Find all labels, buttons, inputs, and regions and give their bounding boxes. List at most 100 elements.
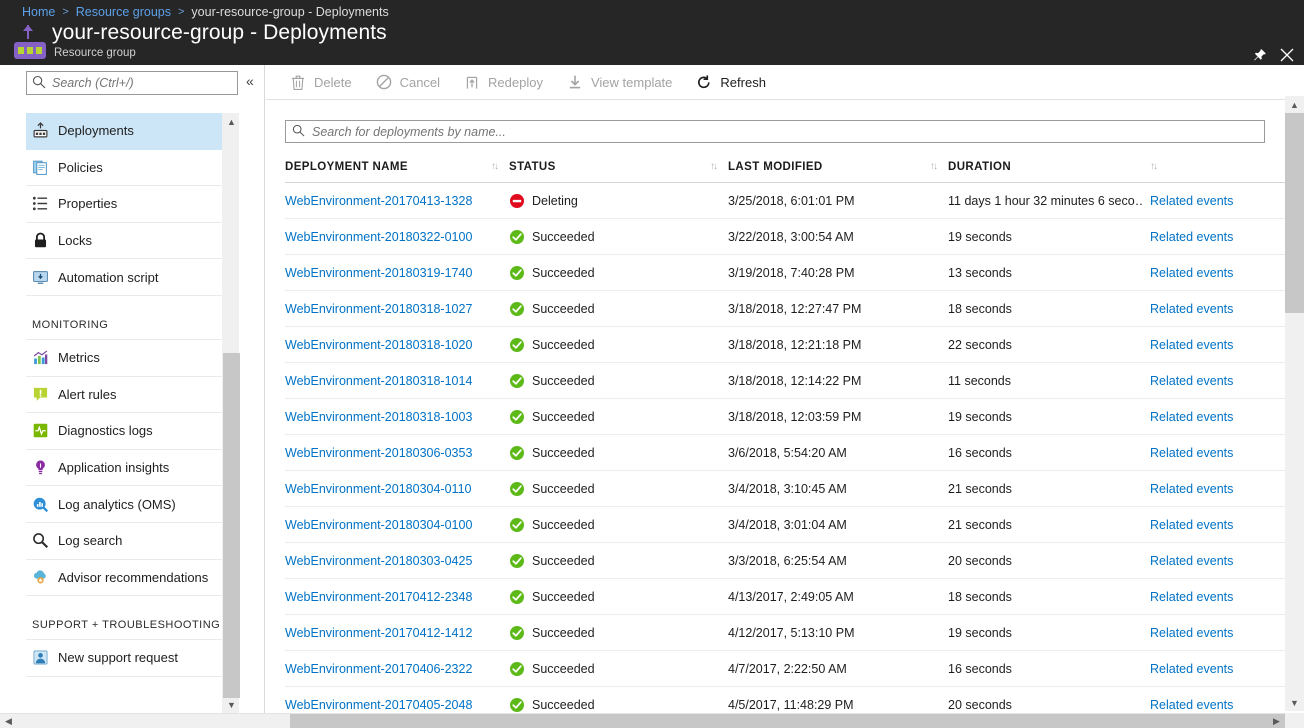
column-header-duration[interactable]: DURATION: [948, 161, 1144, 173]
status-succeeded-icon: [509, 409, 525, 425]
related-events-link[interactable]: Related events: [1150, 230, 1290, 244]
related-events-link[interactable]: Related events: [1150, 698, 1290, 712]
metrics-icon: [32, 348, 58, 368]
sidebar-item-label: Application insights: [58, 460, 169, 475]
related-events-link[interactable]: Related events: [1150, 266, 1290, 280]
cancel-icon: [374, 73, 394, 91]
deployment-name-link[interactable]: WebEnvironment-20170405-2048: [285, 698, 485, 712]
search-input[interactable]: [26, 71, 238, 95]
deployment-name-link[interactable]: WebEnvironment-20180318-1014: [285, 374, 485, 388]
status-label: Succeeded: [532, 554, 595, 568]
deployment-filter-input[interactable]: [285, 120, 1265, 143]
deployment-name-link[interactable]: WebEnvironment-20180319-1740: [285, 266, 485, 280]
table-row[interactable]: WebEnvironment-20180303-0425Succeeded3/3…: [285, 543, 1285, 579]
breadcrumb-separator: >: [62, 6, 68, 18]
related-events-link[interactable]: Related events: [1150, 554, 1290, 568]
deployment-name-link[interactable]: WebEnvironment-20180304-0110: [285, 482, 485, 496]
sidebar-scrollbar-thumb[interactable]: [223, 353, 240, 698]
sidebar-item-metrics[interactable]: Metrics: [26, 340, 222, 377]
sidebar-item-diagnostics-logs[interactable]: Diagnostics logs: [26, 413, 222, 450]
sidebar-scroll-down-icon[interactable]: ▼: [223, 696, 240, 713]
sidebar-item-locks[interactable]: Locks: [26, 223, 222, 260]
status-label: Succeeded: [532, 482, 595, 496]
duration-value: 18 seconds: [948, 302, 1144, 316]
deployment-name-link[interactable]: WebEnvironment-20170406-2322: [285, 662, 485, 676]
column-header-last-modified[interactable]: LAST MODIFIED: [728, 161, 924, 173]
deployment-name-link[interactable]: WebEnvironment-20180318-1027: [285, 302, 485, 316]
deployment-name-link[interactable]: WebEnvironment-20170412-1412: [285, 626, 485, 640]
sort-toggle-duration[interactable]: ↑↓: [1144, 161, 1162, 172]
related-events-link[interactable]: Related events: [1150, 302, 1290, 316]
sort-toggle-status[interactable]: ↑↓: [704, 161, 722, 172]
sidebar-item-advisor-recommendations[interactable]: Advisor recommendations: [26, 560, 222, 597]
sidebar-scroll-up-icon[interactable]: ▲: [223, 113, 240, 130]
status-badge: Succeeded: [509, 373, 704, 389]
close-icon[interactable]: [1276, 44, 1298, 66]
sidebar-item-log-analytics-oms[interactable]: Log analytics (OMS): [26, 486, 222, 523]
scroll-right-icon[interactable]: ▶: [1268, 714, 1285, 728]
column-header-deployment-name[interactable]: DEPLOYMENT NAME: [285, 161, 485, 173]
table-row[interactable]: WebEnvironment-20180318-1003Succeeded3/1…: [285, 399, 1285, 435]
table-row[interactable]: WebEnvironment-20180322-0100Succeeded3/2…: [285, 219, 1285, 255]
main-scrollbar-thumb[interactable]: [1285, 113, 1304, 313]
deployment-name-link[interactable]: WebEnvironment-20180304-0100: [285, 518, 485, 532]
sidebar-item-properties[interactable]: Properties: [26, 186, 222, 223]
table-row[interactable]: WebEnvironment-20180304-0110Succeeded3/4…: [285, 471, 1285, 507]
table-row[interactable]: WebEnvironment-20180318-1027Succeeded3/1…: [285, 291, 1285, 327]
sidebar-item-new-support-request[interactable]: New support request: [26, 640, 222, 677]
sort-toggle-last-modified[interactable]: ↑↓: [924, 161, 942, 172]
sort-toggle-deployment-name[interactable]: ↑↓: [485, 161, 503, 172]
scroll-down-icon[interactable]: ▼: [1285, 694, 1304, 711]
sidebar-item-policies[interactable]: Policies: [26, 150, 222, 187]
related-events-link[interactable]: Related events: [1150, 410, 1290, 424]
sidebar-item-deployments[interactable]: Deployments: [26, 113, 222, 150]
table-row[interactable]: WebEnvironment-20180304-0100Succeeded3/4…: [285, 507, 1285, 543]
column-header-status[interactable]: STATUS: [509, 161, 704, 173]
table-row[interactable]: WebEnvironment-20180318-1020Succeeded3/1…: [285, 327, 1285, 363]
duration-value: 19 seconds: [948, 230, 1144, 244]
table-row[interactable]: WebEnvironment-20180306-0353Succeeded3/6…: [285, 435, 1285, 471]
table-row[interactable]: WebEnvironment-20170413-1328Deleting3/25…: [285, 183, 1285, 219]
table-row[interactable]: WebEnvironment-20170412-1412Succeeded4/1…: [285, 615, 1285, 651]
sidebar-item-log-search[interactable]: Log search: [26, 523, 222, 560]
sidebar-item-application-insights[interactable]: Application insights: [26, 450, 222, 487]
deployment-name-link[interactable]: WebEnvironment-20180318-1003: [285, 410, 485, 424]
related-events-link[interactable]: Related events: [1150, 482, 1290, 496]
table-row[interactable]: WebEnvironment-20180318-1014Succeeded3/1…: [285, 363, 1285, 399]
toolbar-button-label: Cancel: [400, 75, 440, 90]
horizontal-scrollbar-thumb[interactable]: [290, 714, 1290, 728]
scroll-left-icon[interactable]: ◀: [0, 714, 17, 728]
sidebar-item-automation-script[interactable]: Automation script: [26, 259, 222, 296]
deployment-filter-field[interactable]: [310, 124, 1210, 140]
pin-icon[interactable]: [1248, 44, 1270, 66]
related-events-link[interactable]: Related events: [1150, 374, 1290, 388]
table-row[interactable]: WebEnvironment-20170412-2348Succeeded4/1…: [285, 579, 1285, 615]
related-events-link[interactable]: Related events: [1150, 518, 1290, 532]
sidebar-scrollbar[interactable]: ▲ ▼: [222, 113, 239, 713]
deployment-name-link[interactable]: WebEnvironment-20170413-1328: [285, 194, 485, 208]
deployment-name-link[interactable]: WebEnvironment-20180306-0353: [285, 446, 485, 460]
sidebar-item-alert-rules[interactable]: Alert rules: [26, 377, 222, 414]
main-vertical-scrollbar[interactable]: ▲ ▼: [1285, 96, 1304, 711]
deployment-name-link[interactable]: WebEnvironment-20180322-0100: [285, 230, 485, 244]
related-events-link[interactable]: Related events: [1150, 194, 1290, 208]
breadcrumb-item-resource-groups[interactable]: Resource groups: [76, 5, 171, 19]
sidebar-item-label: Diagnostics logs: [58, 423, 153, 438]
table-row[interactable]: WebEnvironment-20180319-1740Succeeded3/1…: [285, 255, 1285, 291]
scroll-up-icon[interactable]: ▲: [1285, 96, 1304, 113]
sidebar-search-field[interactable]: [50, 75, 225, 91]
table-row[interactable]: WebEnvironment-20170406-2322Succeeded4/7…: [285, 651, 1285, 687]
deployment-name-link[interactable]: WebEnvironment-20180318-1020: [285, 338, 485, 352]
collapse-sidebar-button[interactable]: «: [246, 73, 254, 89]
sidebar-group-header: SUPPORT + TROUBLESHOOTING: [26, 596, 222, 640]
deployment-name-link[interactable]: WebEnvironment-20180303-0425: [285, 554, 485, 568]
refresh-button[interactable]: Refresh: [690, 68, 770, 96]
deployment-name-link[interactable]: WebEnvironment-20170412-2348: [285, 590, 485, 604]
related-events-link[interactable]: Related events: [1150, 590, 1290, 604]
bottom-horizontal-scrollbar[interactable]: ◀ ▶: [0, 713, 1304, 728]
related-events-link[interactable]: Related events: [1150, 446, 1290, 460]
related-events-link[interactable]: Related events: [1150, 626, 1290, 640]
breadcrumb-item-home[interactable]: Home: [22, 5, 55, 19]
related-events-link[interactable]: Related events: [1150, 338, 1290, 352]
related-events-link[interactable]: Related events: [1150, 662, 1290, 676]
